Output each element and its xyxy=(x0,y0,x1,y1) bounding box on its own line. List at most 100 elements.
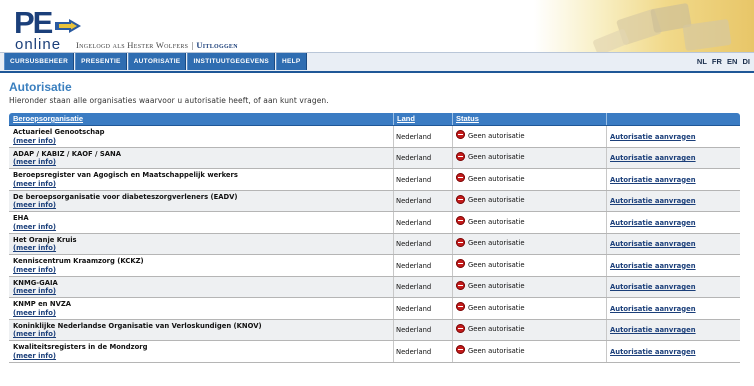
table-row: KNMG-GAIA (meer info) Nederland Geen autori… xyxy=(9,276,740,298)
more-info-link[interactable]: (meer info) xyxy=(13,201,56,209)
status-cell: Geen autorisatie xyxy=(456,216,525,226)
more-info-link[interactable]: (meer info) xyxy=(13,158,56,166)
no-entry-icon xyxy=(456,237,465,247)
request-authorization-link[interactable]: Autorisatie aanvragen xyxy=(610,219,696,227)
header-land[interactable]: Land xyxy=(397,113,415,125)
more-info-link[interactable]: (meer info) xyxy=(13,330,56,338)
no-entry-icon xyxy=(456,302,465,311)
organisation-name: KNMP en NVZA xyxy=(13,300,72,308)
country-cell: Nederland xyxy=(396,218,432,227)
status-cell: Geen autorisatie xyxy=(456,130,525,140)
status-text: Geen autorisatie xyxy=(468,239,525,247)
country-cell: Nederland xyxy=(396,132,432,141)
logout-link[interactable]: Uitloggen xyxy=(196,40,238,50)
country-cell: Nederland xyxy=(396,261,432,270)
status-cell: Geen autorisatie xyxy=(456,173,525,183)
request-authorization-link[interactable]: Autorisatie aanvragen xyxy=(610,283,696,291)
more-info-link[interactable]: (meer info) xyxy=(13,352,56,360)
status-text: Geen autorisatie xyxy=(468,131,525,140)
status-cell: Geen autorisatie xyxy=(456,280,525,291)
table-row: Koninklijke Nederlandse Organisatie van … xyxy=(9,319,740,341)
request-authorization-link[interactable]: Autorisatie aanvragen xyxy=(610,348,696,356)
organisation-name: ADAP / KABIZ / KAOF / SANA xyxy=(13,149,122,158)
more-info-link[interactable]: (meer info) xyxy=(13,180,56,188)
organisation-name: EHA xyxy=(13,214,29,222)
organisation-name: Actuarieel Genootschap xyxy=(13,128,105,136)
table-header: Beroepsorganisatie Land Status xyxy=(9,113,740,126)
country-cell: Nederland xyxy=(396,283,432,291)
status-text: Geen autorisatie xyxy=(468,346,525,355)
status-text: Geen autorisatie xyxy=(468,174,525,183)
no-entry-icon xyxy=(456,259,465,268)
status-text: Geen autorisatie xyxy=(468,282,525,290)
header-beroepsorganisatie[interactable]: Beroepsorganisatie xyxy=(13,113,83,125)
tab-autorisatie[interactable]: Autorisatie xyxy=(127,53,187,70)
arrow-right-icon xyxy=(55,19,81,33)
status-cell: Geen autorisatie xyxy=(456,345,525,355)
table-row: KNMP en NVZA (meer info) Nederland Geen aut… xyxy=(9,298,740,320)
organisation-name: De beroepsorganisatie voor diabeteszorgv… xyxy=(13,192,238,201)
table-row: Kwaliteitsregisters in de Mondzorg (meer … xyxy=(9,341,740,363)
request-authorization-link[interactable]: Autorisatie aanvragen xyxy=(610,154,696,162)
table-row: Kenniscentrum Kraamzorg (KCKZ) (meer info… xyxy=(9,255,740,277)
table-row: De beroepsorganisatie voor diabeteszorgv… xyxy=(9,190,740,212)
country-cell: Nederland xyxy=(396,326,432,334)
lang-nl[interactable]: NL xyxy=(697,57,707,66)
header-status[interactable]: Status xyxy=(456,113,479,125)
tab-presentie[interactable]: Presentie xyxy=(75,53,127,70)
organisation-name: Het Oranje Kruis xyxy=(13,235,77,244)
header: PE online Ingelogd als Hester Wolfers | Ui… xyxy=(0,0,754,52)
status-cell: Geen autorisatie xyxy=(456,323,525,334)
status-text: Geen autorisatie xyxy=(468,303,525,312)
language-switcher: NL FR EN DI xyxy=(694,53,750,70)
status-text: Geen autorisatie xyxy=(468,260,525,269)
request-authorization-link[interactable]: Autorisatie aanvragen xyxy=(610,262,696,270)
request-authorization-link[interactable]: Autorisatie aanvragen xyxy=(610,326,696,334)
tab-help[interactable]: Help xyxy=(275,53,307,70)
country-cell: Nederland xyxy=(396,154,432,162)
status-cell: Geen autorisatie xyxy=(456,237,525,248)
request-authorization-link[interactable]: Autorisatie aanvragen xyxy=(610,305,696,313)
organisation-name: Beroepsregister van Agogisch en Maatscha… xyxy=(13,171,238,179)
status-text: Geen autorisatie xyxy=(468,325,525,333)
organisation-name: Koninklijke Nederlandse Organisatie van … xyxy=(13,321,262,330)
country-cell: Nederland xyxy=(396,175,432,184)
pe-online-logo[interactable]: PE online xyxy=(14,7,81,53)
request-authorization-link[interactable]: Autorisatie aanvragen xyxy=(610,133,696,141)
more-info-link[interactable]: (meer info) xyxy=(13,309,56,317)
status-text: Geen autorisatie xyxy=(468,217,525,226)
status-text: Geen autorisatie xyxy=(468,153,525,161)
status-cell: Geen autorisatie xyxy=(456,194,525,205)
request-authorization-link[interactable]: Autorisatie aanvragen xyxy=(610,176,696,184)
table-row: Het Oranje Kruis (meer info) Nederland Geen… xyxy=(9,233,740,255)
lang-fr[interactable]: FR xyxy=(712,57,722,66)
tab-cursusbeheer[interactable]: Cursusbeheer xyxy=(4,53,75,70)
status-cell: Geen autorisatie xyxy=(456,259,525,269)
logo-online-text: online xyxy=(15,36,62,53)
country-cell: Nederland xyxy=(396,347,432,356)
no-entry-icon xyxy=(456,130,465,139)
logged-in-as: Ingelogd als Hester Wolfers xyxy=(76,40,189,50)
more-info-link[interactable]: (meer info) xyxy=(13,223,56,231)
request-authorization-link[interactable]: Autorisatie aanvragen xyxy=(610,197,696,205)
lang-en[interactable]: EN xyxy=(727,57,737,66)
no-entry-icon xyxy=(456,151,465,161)
no-entry-icon xyxy=(456,323,465,333)
status-cell: Geen autorisatie xyxy=(456,302,525,312)
more-info-link[interactable]: (meer info) xyxy=(13,244,56,252)
organisation-name: Kenniscentrum Kraamzorg (KCKZ) xyxy=(13,257,144,265)
request-authorization-link[interactable]: Autorisatie aanvragen xyxy=(610,240,696,248)
header-banner-image xyxy=(534,0,754,52)
more-info-link[interactable]: (meer info) xyxy=(13,137,56,145)
status-cell: Geen autorisatie xyxy=(456,151,525,162)
more-info-link[interactable]: (meer info) xyxy=(13,287,56,295)
table-row: EHA (meer info) Nederland Geen autorisatie A… xyxy=(9,212,740,234)
lang-di[interactable]: DI xyxy=(743,57,751,66)
more-info-link[interactable]: (meer info) xyxy=(13,266,56,274)
organisation-name: Kwaliteitsregisters in de Mondzorg xyxy=(13,343,148,351)
login-status: Ingelogd als Hester Wolfers | Uitloggen xyxy=(76,40,238,50)
page-intro: Hieronder staan alle organisaties waarvo… xyxy=(9,96,329,105)
nav-tabs: Cursusbeheer Presentie Autorisatie Insti… xyxy=(4,53,307,71)
no-entry-icon xyxy=(456,173,465,182)
tab-instituutgegevens[interactable]: Instituutgegevens xyxy=(187,53,275,70)
